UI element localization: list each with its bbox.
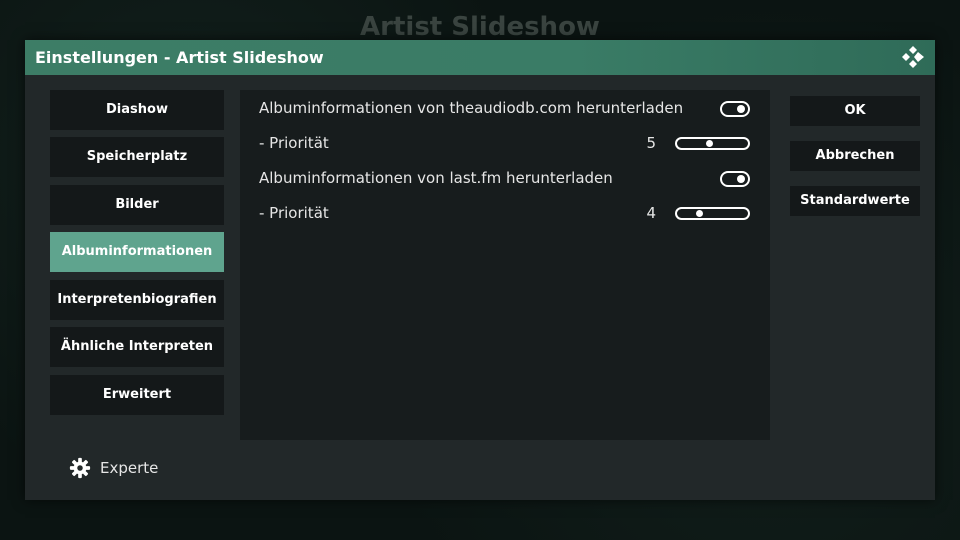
priority-slider[interactable] — [675, 137, 750, 150]
setting-label: Albuminformationen von last.fm herunterl… — [259, 169, 613, 187]
setting-lastfm-priority[interactable]: - Priorität 4 — [240, 196, 770, 230]
ok-button[interactable]: OK — [790, 96, 920, 126]
gear-icon — [69, 457, 91, 479]
dialog-title: Einstellungen - Artist Slideshow — [35, 48, 324, 67]
setting-label: - Priorität — [259, 204, 329, 222]
category-erweitert[interactable]: Erweitert — [50, 375, 224, 415]
category-aehnliche-interpreten[interactable]: Ähnliche Interpreten — [50, 327, 224, 367]
slider-knob[interactable] — [696, 210, 704, 217]
setting-value: 4 — [646, 204, 656, 222]
category-diashow[interactable]: Diashow — [50, 90, 224, 130]
category-interpretenbiografien[interactable]: Interpretenbiografien — [50, 280, 224, 320]
kodi-logo-icon — [902, 46, 924, 68]
category-bilder[interactable]: Bilder — [50, 185, 224, 225]
toggle-switch[interactable] — [720, 171, 750, 187]
category-albuminformationen[interactable]: Albuminformationen — [50, 232, 224, 272]
slider-knob[interactable] — [705, 140, 713, 147]
background-title: Artist Slideshow — [360, 12, 600, 42]
priority-slider[interactable] — [675, 207, 750, 220]
settings-level-label: Experte — [100, 459, 159, 477]
setting-value: 5 — [646, 134, 656, 152]
toggle-knob — [737, 175, 745, 183]
defaults-button[interactable]: Standardwerte — [790, 186, 920, 216]
settings-dialog: Einstellungen - Artist Slideshow Diashow… — [25, 40, 935, 500]
setting-label: Albuminformationen von theaudiodb.com he… — [259, 99, 684, 117]
toggle-knob — [737, 105, 745, 113]
dialog-header: Einstellungen - Artist Slideshow — [25, 40, 935, 75]
setting-theaudiodb-priority[interactable]: - Priorität 5 — [240, 126, 770, 160]
category-speicherplatz[interactable]: Speicherplatz — [50, 137, 224, 177]
setting-theaudiodb-download[interactable]: Albuminformationen von theaudiodb.com he… — [240, 91, 770, 125]
setting-lastfm-download[interactable]: Albuminformationen von last.fm herunterl… — [240, 161, 770, 195]
cancel-button[interactable]: Abbrechen — [790, 141, 920, 171]
settings-list: Albuminformationen von theaudiodb.com he… — [240, 90, 770, 440]
settings-level-button[interactable]: Experte — [69, 455, 158, 481]
setting-label: - Priorität — [259, 134, 329, 152]
toggle-switch[interactable] — [720, 101, 750, 117]
